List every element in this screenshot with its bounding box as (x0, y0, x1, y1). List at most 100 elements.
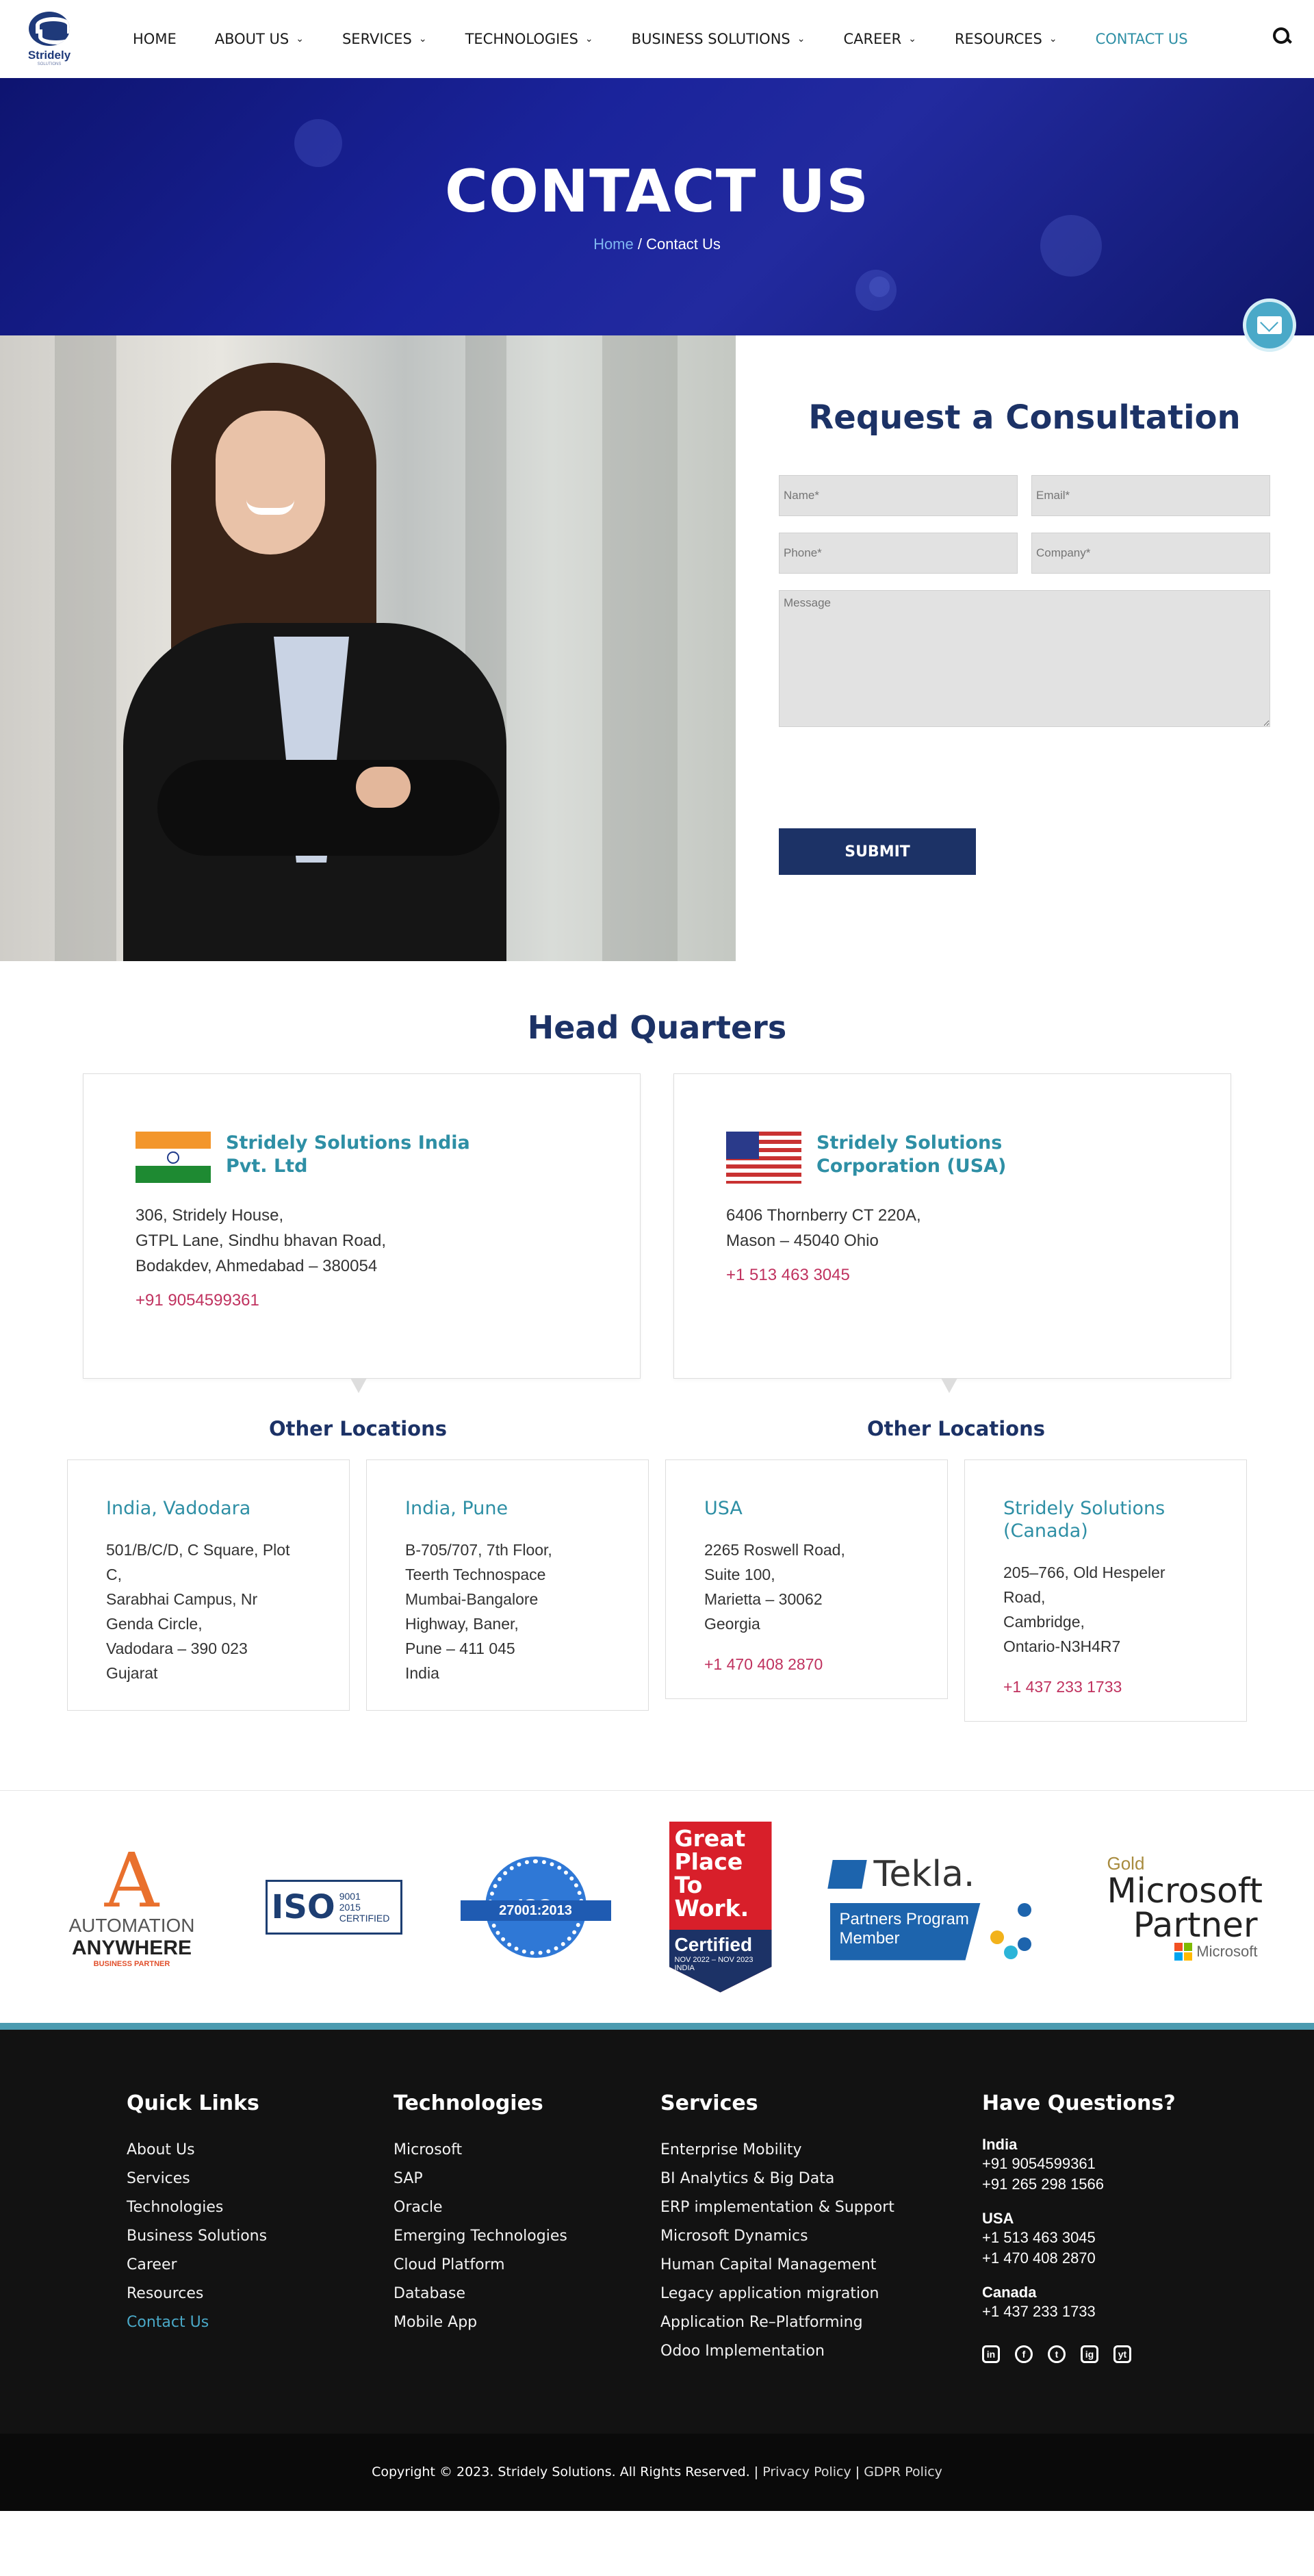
copyright-bar: Copyright © 2023. Stridely Solutions. Al… (0, 2434, 1314, 2511)
footer-link-contact[interactable]: Contact Us (127, 2308, 394, 2337)
footer-link[interactable]: Services (127, 2165, 394, 2193)
location-address: Road, (1003, 1588, 1046, 1606)
location-address: Teerth Technospace (405, 1566, 546, 1583)
hq-phone-link[interactable]: +1 513 463 3045 (726, 1266, 1231, 1285)
chevron-down-icon: ⌄ (1048, 34, 1057, 44)
hq-address-line: 6406 Thornberry CT 220A, (726, 1206, 921, 1225)
logo-text: Stridely (27, 49, 71, 62)
menu-contact-us[interactable]: CONTACT US (1096, 31, 1188, 47)
footer-link[interactable]: ERP implementation & Support (660, 2193, 982, 2222)
logo-subtext: SOLUTIONS (37, 62, 62, 66)
footer-link[interactable]: Legacy application migration (660, 2280, 982, 2308)
footer-link[interactable]: Business Solutions (127, 2222, 394, 2251)
india-flag-icon (136, 1132, 211, 1184)
background-pillar (55, 335, 116, 961)
submit-button[interactable]: SUBMIT (779, 828, 976, 875)
menu-services[interactable]: SERVICES ⌄ (342, 31, 427, 47)
footer-link[interactable]: Emerging Technologies (394, 2222, 660, 2251)
hq-phone-link[interactable]: +91 9054599361 (136, 1291, 640, 1310)
location-address: India (405, 1664, 439, 1682)
footer-link[interactable]: Technologies (127, 2193, 394, 2222)
menu-business-solutions[interactable]: BUSINESS SOLUTIONS ⌄ (632, 31, 806, 47)
location-address: Cambridge, (1003, 1613, 1085, 1631)
location-name: India, Pune (405, 1498, 508, 1519)
person-hand (356, 767, 411, 808)
contact-phone[interactable]: +91 265 298 1566 (982, 2174, 1176, 2195)
gptw-country: INDIA (674, 1963, 695, 1972)
menu-home[interactable]: HOME (133, 31, 177, 47)
footer-link[interactable]: Application Re–Platforming (660, 2308, 982, 2337)
gdpr-policy-link[interactable]: GDPR Policy (864, 2464, 942, 2479)
contact-phone[interactable]: +1 513 463 3045 (982, 2228, 1176, 2248)
location-address: Genda Circle, (106, 1615, 203, 1633)
linkedin-icon[interactable]: in (982, 2345, 1000, 2363)
automation-anywhere-logo: A AUTOMATION ANYWHERE BUSINESS PARTNER (57, 1843, 207, 1968)
footer-link[interactable]: Microsoft (394, 2136, 660, 2165)
menu-technologies[interactable]: TECHNOLOGIES ⌄ (465, 31, 593, 47)
location-address: 501/B/C/D, C Square, Plot (106, 1541, 290, 1559)
footer-link[interactable]: Database (394, 2280, 660, 2308)
form-title: Request a Consultation (808, 398, 1241, 437)
footer-link[interactable]: Mobile App (394, 2308, 660, 2337)
twitter-icon[interactable]: t (1048, 2345, 1066, 2363)
instagram-icon[interactable]: ig (1081, 2345, 1098, 2363)
location-phone-link[interactable]: +1 437 233 1733 (1003, 1678, 1219, 1696)
footer-services: Services Enterprise Mobility BI Analytic… (660, 2091, 982, 2434)
microsoft-gold-partner-logo: Gold Microsoft Partner Microsoft (1107, 1853, 1263, 1961)
footer-link[interactable]: Resources (127, 2280, 394, 2308)
footer-link[interactable]: Enterprise Mobility (660, 2136, 982, 2165)
footer-link[interactable]: Career (127, 2251, 394, 2280)
footer-link[interactable]: Oracle (394, 2193, 660, 2222)
location-name: USA (704, 1498, 743, 1519)
copyright-text: Copyright © 2023. Stridely Solutions. Al… (372, 2464, 763, 2479)
other-locations-india: Other Locations India, Vadodara 501/B/C/… (67, 1417, 649, 1722)
footer-link[interactable]: Microsoft Dynamics (660, 2222, 982, 2251)
footer: Quick Links About Us Services Technologi… (0, 2023, 1314, 2434)
menu-resources[interactable]: RESOURCES ⌄ (955, 31, 1057, 47)
chevron-down-icon: ⌄ (797, 34, 806, 44)
facebook-icon[interactable]: f (1015, 2345, 1033, 2363)
menu-career[interactable]: CAREER ⌄ (843, 31, 916, 47)
search-icon[interactable] (1272, 26, 1292, 47)
contact-phone[interactable]: +91 9054599361 (982, 2154, 1176, 2174)
phone-field[interactable] (779, 533, 1018, 574)
location-phone-link[interactable]: +1 470 408 2870 (704, 1655, 920, 1674)
hq-address-line: Bodakdev, Ahmedabad – 380054 (136, 1257, 378, 1275)
privacy-policy-link[interactable]: Privacy Policy (762, 2464, 851, 2479)
floating-email-button[interactable] (1243, 298, 1296, 352)
ms-partner: Partner (1133, 1905, 1258, 1945)
location-address: 205–766, Old Hespeler (1003, 1564, 1165, 1581)
gptw-line: To (674, 1871, 703, 1898)
footer-quick-links: Quick Links About Us Services Technologi… (127, 2091, 394, 2434)
youtube-icon[interactable]: yt (1113, 2345, 1131, 2363)
footer-link[interactable]: SAP (394, 2165, 660, 2193)
contact-phone[interactable]: +1 470 408 2870 (982, 2248, 1176, 2269)
ms-name: Microsoft (1107, 1871, 1263, 1911)
location-address: Vadodara – 390 023 (106, 1640, 248, 1657)
partner-logos: A AUTOMATION ANYWHERE BUSINESS PARTNER I… (0, 1790, 1314, 2023)
microsoft-icon (1174, 1943, 1193, 1961)
location-name: Stridely Solutions (Canada) (1003, 1498, 1165, 1542)
person-face (216, 411, 325, 554)
footer-link[interactable]: About Us (127, 2136, 394, 2165)
contact-phone[interactable]: +1 437 233 1733 (982, 2301, 1176, 2322)
stridely-logo[interactable]: Stridely SOLUTIONS (25, 10, 74, 68)
hero-banner: CONTACT US Home / Contact Us (0, 78, 1314, 335)
footer-link[interactable]: Cloud Platform (394, 2251, 660, 2280)
gptw-line: Work. (674, 1894, 749, 1922)
footer-heading: Services (660, 2091, 758, 2115)
location-address: C, (106, 1566, 122, 1583)
company-field[interactable] (1031, 533, 1270, 574)
iso-27001-logo: ISO 27001:2013 (460, 1852, 611, 1962)
tekla-name: Tekla. (873, 1853, 975, 1895)
social-links: in f t ig yt (982, 2345, 1176, 2363)
footer-link[interactable]: Human Capital Management (660, 2251, 982, 2280)
footer-link[interactable]: Odoo Implementation (660, 2337, 982, 2366)
breadcrumb-home[interactable]: Home (593, 235, 634, 253)
menu-about-us[interactable]: ABOUT US ⌄ (215, 31, 304, 47)
name-field[interactable] (779, 475, 1018, 516)
person-smile (246, 500, 294, 515)
footer-link[interactable]: BI Analytics & Big Data (660, 2165, 982, 2193)
message-field[interactable] (779, 590, 1270, 727)
email-field[interactable] (1031, 475, 1270, 516)
